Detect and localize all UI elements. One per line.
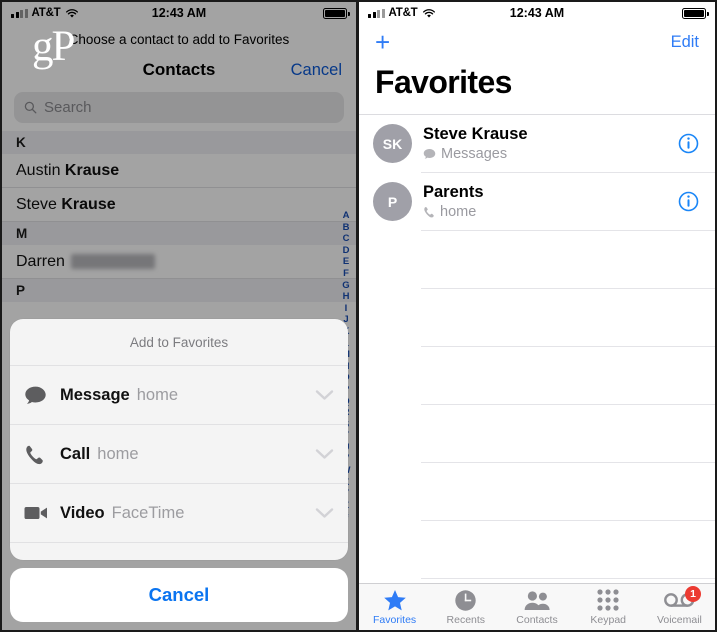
tab-label: Favorites	[373, 614, 417, 626]
tab-favorites[interactable]: Favorites	[359, 584, 430, 630]
empty-list-row	[359, 521, 715, 578]
favorite-type-label: Messages	[441, 146, 508, 162]
action-sheet-cancel-button[interactable]: Cancel	[10, 568, 348, 622]
avatar: P	[373, 182, 412, 221]
empty-list-row	[359, 463, 715, 520]
chevron-down-icon[interactable]	[315, 448, 334, 460]
chevron-down-icon[interactable]	[315, 507, 334, 519]
message-bubble-icon	[423, 148, 436, 159]
tab-label: Contacts	[516, 614, 558, 626]
action-sheet-option-call[interactable]: Call home	[10, 424, 348, 483]
favorites-navbar: + Edit	[359, 24, 715, 60]
cellular-signal-icon	[368, 8, 385, 18]
info-circle-icon[interactable]	[678, 133, 699, 154]
avatar: SK	[373, 124, 412, 163]
edit-favorites-button[interactable]: Edit	[671, 33, 699, 52]
empty-list-row	[359, 289, 715, 346]
add-favorite-button[interactable]: +	[375, 29, 390, 55]
right-phone-screen: AT&T 12:43 AM + Edit Favorites SK Steve …	[358, 0, 717, 632]
action-sheet-option-detail: home	[97, 444, 139, 463]
action-sheet-title: Add to Favorites	[129, 334, 229, 350]
empty-list-row	[359, 347, 715, 404]
favorites-list: SK Steve Krause Messages P Parents home	[359, 114, 715, 579]
tab-voicemail[interactable]: Voicemail 1	[644, 584, 715, 630]
favorite-type-label: home	[440, 204, 477, 220]
keypad-icon	[597, 588, 619, 612]
empty-list-row	[359, 405, 715, 462]
action-sheet: Add to Favorites Message home Call home …	[2, 319, 356, 630]
voicemail-badge: 1	[685, 586, 702, 602]
tab-bar: Favorites Recents Contacts Keypad Voicem…	[359, 583, 715, 630]
favorite-subtitle: Messages	[423, 146, 528, 162]
left-phone-screen: AT&T 12:43 AM Choose a contact to add to…	[0, 0, 358, 632]
action-sheet-option-video[interactable]: Video FaceTime	[10, 483, 348, 542]
favorite-name: Parents	[423, 183, 484, 201]
tab-keypad[interactable]: Keypad	[573, 584, 644, 630]
chevron-down-icon[interactable]	[315, 389, 334, 401]
tab-label: Voicemail	[656, 614, 702, 626]
action-sheet-card: Add to Favorites Message home Call home …	[10, 319, 348, 560]
tab-label: Recents	[446, 614, 486, 626]
list-separator	[421, 578, 715, 579]
status-bar: AT&T 12:43 AM	[359, 2, 715, 24]
favorite-meta: Parents home	[423, 183, 484, 220]
favorite-meta: Steve Krause Messages	[423, 125, 528, 162]
favorite-subtitle: home	[423, 204, 484, 220]
message-bubble-icon	[24, 385, 60, 406]
tab-recents[interactable]: Recents	[430, 584, 501, 630]
clock-icon	[454, 588, 477, 612]
carrier-label: AT&T	[388, 7, 418, 19]
action-sheet-option-label: Call	[60, 444, 91, 463]
phone-handset-icon	[24, 444, 60, 465]
status-bar-left: AT&T	[368, 7, 436, 19]
action-sheet-option-label: Video	[60, 503, 105, 522]
action-sheet-option-message[interactable]: Message home	[10, 365, 348, 424]
phone-handset-icon	[424, 207, 434, 218]
wifi-icon	[422, 8, 435, 18]
tab-contacts[interactable]: Contacts	[501, 584, 572, 630]
action-sheet-option-detail: home	[136, 385, 178, 404]
favorite-name: Steve Krause	[423, 125, 528, 143]
action-sheet-tail	[10, 542, 348, 560]
star-icon	[383, 588, 407, 612]
battery-icon	[682, 7, 709, 19]
action-sheet-option-label: Message	[60, 385, 130, 404]
action-sheet-option-detail: FaceTime	[111, 503, 185, 522]
status-bar-right	[682, 7, 709, 19]
contacts-icon	[524, 588, 551, 612]
video-camera-icon	[24, 505, 60, 521]
favorite-row[interactable]: SK Steve Krause Messages	[359, 115, 715, 172]
favorite-row[interactable]: P Parents home	[359, 173, 715, 230]
page-title: Favorites	[375, 64, 512, 100]
info-circle-icon[interactable]	[678, 191, 699, 212]
dual-screenshot: AT&T 12:43 AM Choose a contact to add to…	[0, 0, 717, 632]
tab-label: Keypad	[590, 614, 627, 626]
empty-list-row	[359, 231, 715, 288]
